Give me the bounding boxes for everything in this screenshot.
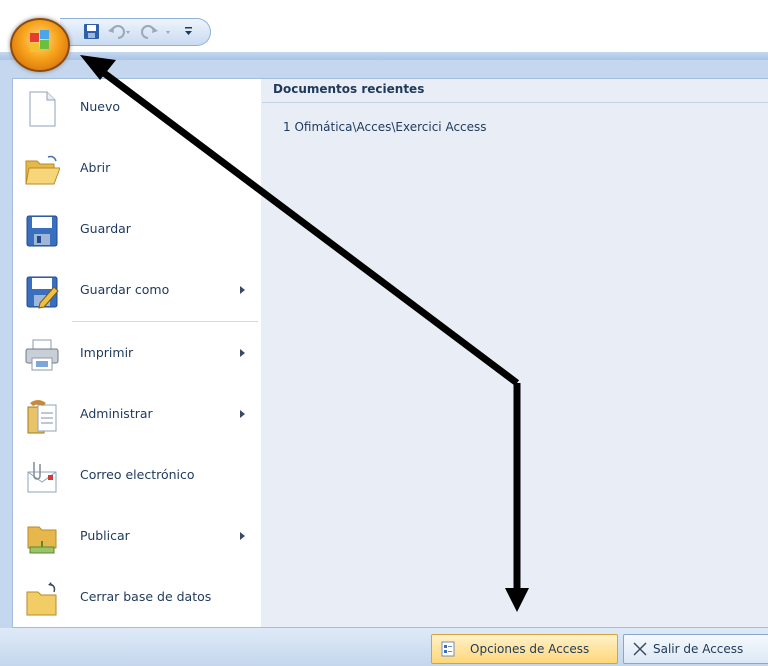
menu-item-label: Administrar [80, 406, 153, 421]
menu-item-label: Imprimir [80, 345, 134, 360]
menu-item-label: Cerrar base de datos [80, 589, 212, 604]
email-icon [27, 462, 57, 493]
quick-access-toolbar [60, 18, 211, 46]
manage-icon [27, 400, 57, 434]
exit-access-label: Salir de Access [653, 642, 744, 656]
menu-item-label: Abrir [80, 160, 111, 175]
exit-access-button[interactable]: Salir de Access [623, 634, 768, 664]
open-folder-icon [25, 155, 60, 185]
menu-item-abrir[interactable]: Abrir [14, 141, 258, 197]
menu-item-cerrar-base-datos[interactable]: Cerrar base de datos [14, 570, 258, 626]
customize-icon[interactable] [185, 27, 192, 35]
submenu-arrow-icon [240, 349, 245, 357]
undo-icon[interactable] [108, 25, 130, 39]
menu-item-label: Guardar como [80, 282, 170, 297]
ribbon-edge [0, 52, 768, 60]
menu-item-label: Correo electrónico [80, 467, 195, 482]
menu-item-publicar[interactable]: Publicar [14, 509, 258, 565]
recent-title-divider [262, 102, 768, 103]
recent-document-item[interactable]: 1 Ofimática\Acces\Exercici Access [283, 120, 487, 134]
options-icon [441, 641, 455, 657]
menu-item-imprimir[interactable]: Imprimir [14, 326, 258, 382]
access-options-label: Opciones de Access [470, 642, 590, 656]
menu-item-nuevo[interactable]: Nuevo [14, 80, 258, 136]
menu-item-correo[interactable]: Correo electrónico [14, 448, 258, 504]
close-icon [633, 642, 647, 656]
submenu-arrow-icon [240, 410, 245, 418]
new-document-icon [29, 91, 56, 127]
submenu-arrow-icon [240, 286, 245, 294]
menu-item-guardar-como[interactable]: Guardar como [14, 263, 258, 319]
menu-item-label: Nuevo [80, 99, 121, 114]
save-icon[interactable] [84, 24, 99, 39]
menu-item-label: Publicar [80, 528, 130, 543]
printer-icon [25, 339, 59, 371]
menu-item-administrar[interactable]: Administrar [14, 387, 258, 443]
recent-documents-pane [261, 78, 768, 628]
close-database-icon [26, 582, 57, 616]
recent-documents-title: Documentos recientes [273, 82, 425, 96]
menu-item-guardar[interactable]: Guardar [14, 202, 258, 258]
save-icon [26, 215, 58, 247]
office-logo-icon [30, 30, 49, 52]
save-as-icon [26, 276, 59, 309]
menu-item-label: Guardar [80, 221, 131, 236]
menu-separator [72, 321, 258, 322]
publish-icon [27, 526, 57, 554]
access-options-button[interactable]: Opciones de Access [431, 634, 618, 664]
submenu-arrow-icon [240, 532, 245, 540]
redo-icon[interactable] [141, 25, 170, 39]
